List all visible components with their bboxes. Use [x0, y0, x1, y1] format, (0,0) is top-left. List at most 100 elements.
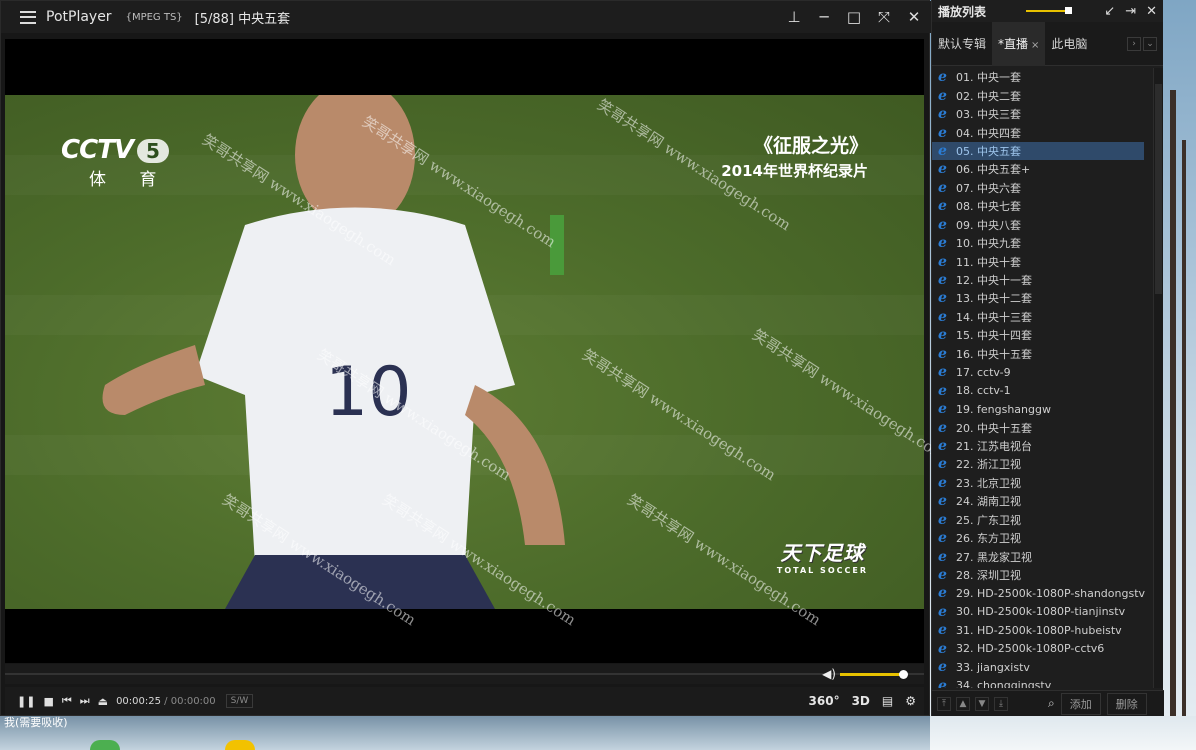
stream-icon: e — [938, 677, 947, 688]
playlist-item[interactable]: e 20. 中央十五套 — [932, 418, 1154, 436]
playlist-item[interactable]: e 15. 中央十四套 — [932, 326, 1154, 344]
opacity-knob[interactable] — [1065, 7, 1072, 14]
chevron-right-icon[interactable]: › — [1127, 36, 1141, 51]
delete-button[interactable]: 删除 — [1106, 692, 1147, 715]
speaker-icon[interactable]: ◀) — [822, 667, 836, 681]
desktop-app-icon[interactable] — [225, 740, 255, 750]
playlist-item[interactable]: e 18. cctv-1 — [932, 381, 1154, 399]
playlist-item[interactable]: e 19. fengshanggw — [932, 400, 1154, 418]
tab-this-pc[interactable]: 此电脑 — [1045, 22, 1093, 66]
tab-default-album[interactable]: 默认专辑 — [932, 22, 992, 66]
playlist-item[interactable]: e 21. 江苏电视台 — [932, 437, 1154, 455]
playlist-item[interactable]: e 12. 中央十一套 — [932, 271, 1154, 289]
add-button[interactable]: 添加 — [1060, 692, 1101, 715]
playlist-item-label: 15. 中央十四套 — [956, 329, 1032, 343]
minimize-icon[interactable]: ─ — [815, 1, 833, 33]
pin-icon[interactable]: ⊥ — [785, 1, 803, 33]
playlist-item[interactable]: e 06. 中央五套+ — [932, 160, 1154, 178]
playlist-item[interactable]: e 01. 中央一套 — [932, 68, 1154, 86]
stop-icon[interactable]: ■ — [43, 695, 53, 708]
stream-icon: e — [938, 493, 947, 510]
playlist-item[interactable]: e 07. 中央六套 — [932, 179, 1154, 197]
footballer-figure: 10 — [102, 95, 565, 609]
pause-icon[interactable]: ❚❚ — [17, 695, 35, 708]
playlist-item[interactable]: e 09. 中央八套 — [932, 216, 1154, 234]
playlist-item[interactable]: e 28. 深圳卫视 — [932, 566, 1154, 584]
close-icon[interactable]: ✕ — [1146, 4, 1157, 19]
tree-trunk — [1182, 140, 1186, 740]
stream-icon: e — [938, 253, 947, 270]
playlist-item-label: 01. 中央一套 — [956, 71, 1021, 85]
eject-icon[interactable]: ⏏ — [98, 695, 108, 708]
previous-icon[interactable]: ⏮ — [62, 694, 72, 708]
playlist-item-label: 24. 湖南卫视 — [956, 495, 1021, 509]
opacity-slider[interactable] — [1026, 7, 1072, 14]
playlist-item[interactable]: e 22. 浙江卫视 — [932, 455, 1154, 473]
playlist-item[interactable]: e 03. 中央三套 — [932, 105, 1154, 123]
stream-icon: e — [938, 290, 947, 307]
seek-track[interactable] — [5, 673, 924, 675]
playlist-item[interactable]: e 31. HD-2500k-1080P-hubeistv — [932, 621, 1154, 639]
scrollbar-thumb[interactable] — [1155, 84, 1162, 294]
playlist-item-label: 29. HD-2500k-1080P-shandongstv — [956, 586, 1146, 600]
playlist-item[interactable]: e 27. 黑龙家卫视 — [932, 547, 1154, 565]
playlist-item[interactable]: e 23. 北京卫视 — [932, 474, 1154, 492]
playlist-item[interactable]: e 08. 中央七套 — [932, 197, 1154, 215]
playlist-item[interactable]: e 04. 中央四套 — [932, 123, 1154, 141]
video-area[interactable]: 10 CCTV 5 体 育 《征服之光》 2014年世界杯纪录片 天下足球 TOT… — [5, 39, 949, 663]
stream-icon: e — [938, 567, 947, 584]
stream-icon: e — [938, 548, 947, 565]
video-frame[interactable]: 10 CCTV 5 体 育 《征服之光》 2014年世界杯纪录片 天下足球 TOT… — [5, 95, 924, 609]
player-titlebar[interactable]: PotPlayer {MPEG TS} [5/88] 中央五套 ⊥ ─ □ ⤧ … — [1, 1, 931, 33]
chevron-down-icon[interactable]: ⌄ — [1143, 36, 1157, 51]
sw-toggle[interactable]: S/W — [225, 694, 254, 708]
move-down-icon[interactable]: ▼ — [975, 696, 989, 711]
playlist-item[interactable]: e 25. 广东卫视 — [932, 511, 1154, 529]
settings-icon[interactable]: ⚙ — [905, 694, 916, 708]
volume-slider[interactable] — [840, 669, 908, 679]
playlist-item[interactable]: e 02. 中央二套 — [932, 86, 1154, 104]
move-top-icon[interactable]: ⤒ — [937, 696, 951, 711]
seek-bar[interactable]: ◀) — [5, 664, 924, 684]
playlist-item[interactable]: e 30. HD-2500k-1080P-tianjinstv — [932, 603, 1154, 621]
playlist-scrollbar[interactable] — [1153, 68, 1163, 688]
playlist-item-label: 26. 东方卫视 — [956, 532, 1021, 546]
menu-icon[interactable] — [20, 10, 36, 24]
playlist-item[interactable]: e 14. 中央十三套 — [932, 308, 1154, 326]
playlist-item[interactable]: e 33. jiangxistv — [932, 658, 1154, 676]
desktop-app-icon[interactable] — [90, 740, 120, 750]
playlist-item[interactable]: e 11. 中央十套 — [932, 252, 1154, 270]
close-icon[interactable]: × — [1031, 40, 1039, 51]
fullscreen-icon[interactable]: ⤧ — [875, 1, 893, 33]
stream-icon: e — [938, 622, 947, 639]
search-icon[interactable]: ⌕ — [1048, 696, 1055, 711]
playlist-titlebar[interactable]: 播放列表 ↙ ⇥ ✕ — [932, 0, 1163, 22]
move-bottom-icon[interactable]: ⤓ — [994, 696, 1008, 711]
stream-icon: e — [938, 382, 947, 399]
volume-knob[interactable] — [899, 669, 908, 679]
playlist-item[interactable]: e 16. 中央十五套 — [932, 345, 1154, 363]
playlist-item[interactable]: e 10. 中央九套 — [932, 234, 1154, 252]
stream-icon: e — [938, 345, 947, 362]
playlist-item[interactable]: e 29. HD-2500k-1080P-shandongstv — [932, 584, 1154, 602]
playlist-item[interactable]: e 05. 中央五套 — [932, 141, 1144, 161]
next-icon[interactable]: ⏭ — [80, 694, 90, 708]
dock-icon[interactable]: ↙ — [1104, 4, 1115, 19]
stream-icon: e — [938, 161, 947, 178]
pin-icon[interactable]: ⇥ — [1125, 4, 1136, 19]
stream-icon: e — [938, 401, 947, 418]
playlist-item[interactable]: e 26. 东方卫视 — [932, 529, 1154, 547]
tab-live[interactable]: *直播 × — [992, 21, 1046, 66]
playlist-item[interactable]: e 34. chongqingstv — [932, 676, 1154, 688]
playlist-item[interactable]: e 32. HD-2500k-1080P-cctv6 — [932, 640, 1154, 658]
playlist-item[interactable]: e 17. cctv-9 — [932, 363, 1154, 381]
playlist-icon[interactable]: ▤ — [882, 694, 893, 708]
playlist-item[interactable]: e 13. 中央十二套 — [932, 289, 1154, 307]
channel-number: 5 — [137, 139, 169, 163]
3d-button[interactable]: 3D — [852, 694, 870, 708]
playlist-item[interactable]: e 24. 湖南卫视 — [932, 492, 1154, 510]
vr-360-button[interactable]: 360° — [809, 694, 840, 708]
close-icon[interactable]: ✕ — [905, 1, 923, 33]
maximize-icon[interactable]: □ — [845, 1, 863, 33]
move-up-icon[interactable]: ▲ — [956, 696, 970, 711]
